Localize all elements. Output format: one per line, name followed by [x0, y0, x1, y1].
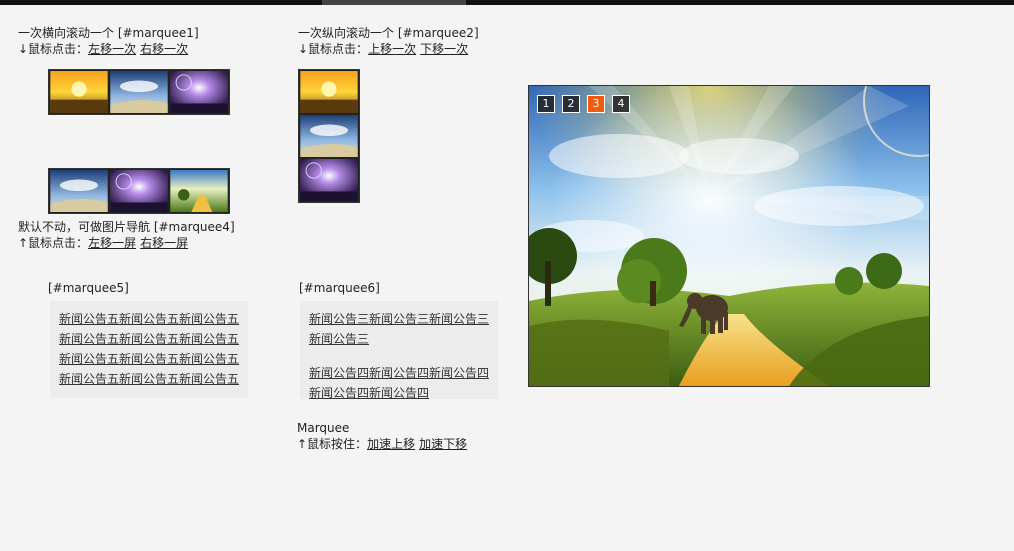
marquee2-caption: 一次纵向滚动一个 [#marquee2] ↓鼠标点击：上移一次 下移一次 [298, 25, 479, 57]
marquee2-up-button[interactable]: 上移一次 [368, 42, 416, 56]
thumb-beach-clouds[interactable] [49, 169, 109, 213]
slideshow-pager: 1 2 3 4 [537, 95, 630, 113]
marquee4-right-button[interactable]: 右移一屏 [140, 236, 188, 250]
marquee6-news-box[interactable]: 新闻公告三新闻公告三新闻公告三新闻公告三 新闻公告四新闻公告四新闻公告四新闻公告… [300, 301, 498, 399]
thumb-beach-clouds[interactable] [299, 114, 359, 158]
top-bar [0, 0, 1014, 5]
slide-page-2[interactable]: 2 [562, 95, 580, 113]
marquee2-title: 一次纵向滚动一个 [#marquee2] [298, 26, 479, 40]
marquee2-down-button[interactable]: 下移一次 [420, 42, 468, 56]
thumb-purple-night[interactable] [169, 70, 229, 114]
marquee1-right-button[interactable]: 右移一次 [140, 42, 188, 56]
thumb-beach-clouds[interactable] [109, 70, 169, 114]
speed-down-button[interactable]: 加速下移 [419, 437, 467, 451]
slideshow[interactable]: 1 2 3 4 [528, 85, 930, 387]
marquee4-caption: 默认不动，可做图片导航 [#marquee4] ↑鼠标点击：左移一屏 右移一屏 [18, 219, 235, 251]
marquee4-left-button[interactable]: 左移一屏 [88, 236, 136, 250]
marquee2-hint: ↓鼠标点击： [298, 42, 369, 56]
marquee-bottom-title: Marquee [297, 421, 350, 435]
news-item[interactable]: 新闻公告五新闻公告五新闻公告五 [59, 329, 248, 349]
slide-page-1[interactable]: 1 [537, 95, 555, 113]
news-item[interactable]: 新闻公告五新闻公告五新闻公告五 [59, 369, 248, 389]
marquee1-left-button[interactable]: 左移一次 [88, 42, 136, 56]
news-item[interactable]: 新闻公告五新闻公告五新闻公告五 [59, 309, 248, 329]
top-bar-highlight [322, 0, 466, 5]
marquee1-title: 一次横向滚动一个 [#marquee1] [18, 26, 199, 40]
marquee1-caption: 一次横向滚动一个 [#marquee1] ↓鼠标点击：左移一次 右移一次 [18, 25, 199, 57]
marquee5-title: [#marquee5] [48, 281, 129, 295]
thumb-sunset-field[interactable] [49, 70, 109, 114]
speed-up-button[interactable]: 加速上移 [367, 437, 415, 451]
thumb-sunset-field[interactable] [299, 70, 359, 114]
thumb-purple-night[interactable] [299, 158, 359, 202]
slide-page-3[interactable]: 3 [587, 95, 605, 113]
marquee6-title: [#marquee6] [299, 281, 380, 295]
marquee4-strip[interactable] [48, 168, 230, 214]
marquee1-strip[interactable] [48, 69, 230, 115]
slide-page-4[interactable]: 4 [612, 95, 630, 113]
marquee4-hint: ↑鼠标点击： [18, 236, 89, 250]
marquee1-hint: ↓鼠标点击： [18, 42, 89, 56]
news-item[interactable]: 新闻公告五新闻公告五新闻公告五 [59, 349, 248, 369]
slideshow-image-elephant [529, 86, 929, 386]
marquee5-news-box[interactable]: 新闻公告五新闻公告五新闻公告五 新闻公告五新闻公告五新闻公告五 新闻公告五新闻公… [50, 301, 248, 398]
marquee-bottom-hint: ↑鼠标按住： [297, 437, 368, 451]
news-item[interactable]: 新闻公告四新闻公告四新闻公告四新闻公告四新闻公告四 [309, 363, 490, 399]
marquee-bottom-caption: Marquee ↑鼠标按住：加速上移 加速下移 [297, 420, 471, 452]
thumb-road-grass[interactable] [169, 169, 229, 213]
thumb-purple-night[interactable] [109, 169, 169, 213]
marquee2-strip[interactable] [298, 69, 360, 203]
news-item[interactable]: 新闻公告三新闻公告三新闻公告三新闻公告三 [309, 309, 490, 349]
marquee4-title: 默认不动，可做图片导航 [#marquee4] [18, 220, 235, 234]
